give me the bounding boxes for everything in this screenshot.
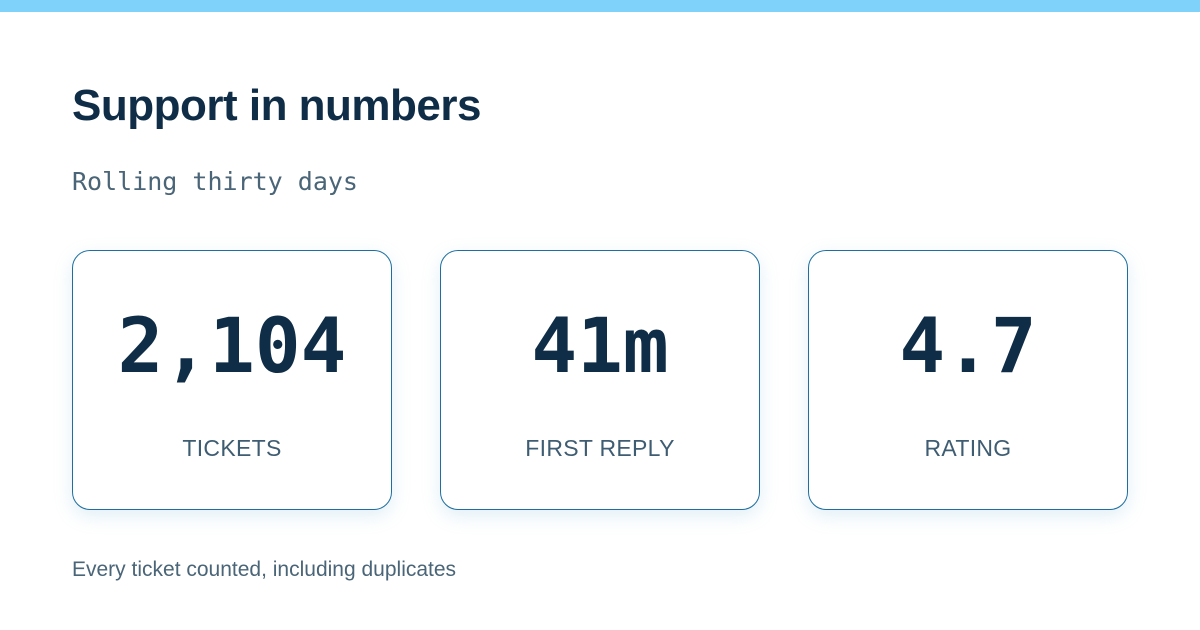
stat-card-rating: 4.7 RATING	[808, 250, 1128, 510]
stat-label: FIRST REPLY	[525, 435, 675, 461]
stat-value: 41m	[531, 301, 669, 390]
stat-cards: 2,104 TICKETS 41m FIRST REPLY 4.7 RATING	[72, 250, 1128, 510]
stat-label: RATING	[924, 435, 1012, 461]
page-title: Support in numbers	[72, 81, 482, 130]
stats-page: Support in numbers Rolling thirty days 2…	[0, 0, 1200, 630]
page-subtitle: Rolling thirty days	[72, 167, 358, 196]
top-accent-bar	[0, 0, 1200, 12]
stat-value: 4.7	[899, 301, 1037, 390]
stat-card-first-reply: 41m FIRST REPLY	[440, 250, 760, 510]
stat-value: 2,104	[117, 301, 347, 390]
stat-card-tickets: 2,104 TICKETS	[72, 250, 392, 510]
footnote: Every ticket counted, including duplicat…	[72, 558, 457, 581]
stat-label: TICKETS	[182, 435, 282, 461]
